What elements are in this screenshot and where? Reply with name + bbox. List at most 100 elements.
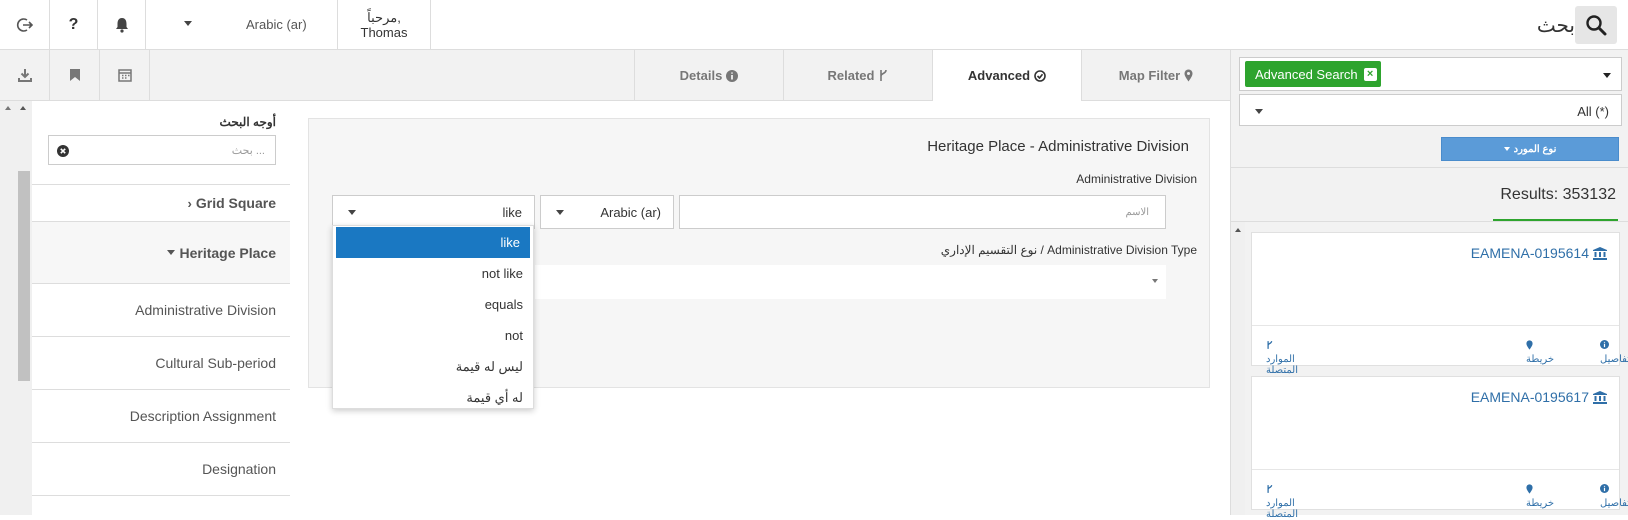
operator-option-equals[interactable]: equals	[333, 289, 533, 320]
chevron-down-icon	[184, 21, 192, 26]
operator-option-like[interactable]: like	[336, 227, 530, 258]
type-select[interactable]	[535, 265, 1166, 299]
name-placeholder: الاسم	[1125, 207, 1149, 218]
operator-select[interactable]: like	[332, 195, 535, 229]
facet-item-designation[interactable]: Designation	[32, 443, 290, 496]
scroll-up-arrow-icon[interactable]	[20, 106, 26, 110]
map-marker-icon	[1184, 69, 1193, 82]
resource-type-button[interactable]: نوع المورد	[1441, 137, 1619, 161]
chevron-down-icon	[556, 210, 564, 215]
filter-tags-input[interactable]: Advanced Search ×	[1239, 57, 1622, 91]
scroll-up-arrow-icon[interactable]	[1235, 228, 1241, 232]
facet-item-label: Administrative Division	[135, 302, 276, 318]
link-label: الموارد المتصلة	[1266, 498, 1298, 520]
question-icon: ?	[68, 16, 79, 33]
logout-icon	[16, 18, 33, 32]
facet-item-cultural-sub-period[interactable]: Cultural Sub-period	[32, 337, 290, 390]
operator-option-not-like[interactable]: not like	[333, 258, 533, 289]
results-count: Results: 353132	[1500, 186, 1616, 203]
operator-option-not[interactable]: not	[333, 320, 533, 351]
tab-label: Details	[679, 68, 723, 83]
facet-item-next[interactable]	[32, 496, 290, 515]
language-filter-select[interactable]: Arabic (ar)	[540, 195, 674, 229]
search-icon	[1586, 15, 1607, 36]
operator-dropdown-list: like not like equals not ليس له قيمة له …	[332, 225, 534, 409]
language-select[interactable]: Arabic (ar)	[146, 0, 338, 50]
facet-group-label: Heritage Place	[179, 244, 277, 261]
fork-icon	[880, 69, 888, 81]
resource-filter-select[interactable]: All (*)	[1239, 94, 1622, 126]
chevron-down-icon	[166, 250, 175, 255]
operator-value: like	[502, 205, 522, 220]
info-icon	[1600, 484, 1609, 493]
card-title: Heritage Place - Administrative Division	[927, 138, 1189, 155]
link-label: خريطة	[1526, 354, 1555, 365]
tab-details[interactable]: Details	[634, 50, 783, 101]
result-related-link[interactable]: الموارد المتصلة	[1266, 340, 1298, 376]
operator-option-any-value[interactable]: له أي قيمة	[333, 382, 533, 413]
close-icon[interactable]: ×	[1363, 67, 1377, 81]
chevron-down-icon[interactable]	[1603, 73, 1611, 78]
result-card[interactable]: EAMENA-0195617 تفاصيل خريطة الموارد المت…	[1251, 376, 1628, 520]
result-title-text: EAMENA-0195617	[1470, 389, 1589, 405]
bookmark-icon	[69, 69, 80, 81]
greeting-text: مرحباً,	[367, 10, 401, 25]
result-title-text: EAMENA-0195614	[1470, 245, 1589, 261]
map-marker-icon	[1526, 340, 1533, 350]
facet-header: أوجه البحث بحث ...	[32, 101, 290, 185]
calendar-icon	[117, 69, 132, 82]
result-card[interactable]: EAMENA-0195614 تفاصيل خريطة الموارد المت…	[1251, 232, 1628, 376]
operator-option-no-value[interactable]: ليس له قيمة	[333, 351, 533, 382]
divider	[1231, 221, 1628, 222]
facet-group-heritage-place[interactable]: Heritage Place	[32, 222, 290, 284]
result-related-link[interactable]: الموارد المتصلة	[1266, 484, 1298, 520]
result-map-link[interactable]: خريطة	[1526, 340, 1554, 365]
bookmark-button[interactable]	[50, 50, 100, 100]
tab-label: Map Filter	[1118, 68, 1181, 83]
facet-group-grid-square[interactable]: › Grid Square	[32, 185, 290, 222]
scroll-up-arrow-icon[interactable]	[5, 106, 11, 110]
clear-icon[interactable]	[57, 145, 69, 157]
result-details-link[interactable]: تفاصيل	[1600, 340, 1628, 365]
link-label: خريطة	[1526, 498, 1555, 509]
tab-label: Related	[827, 68, 875, 83]
facet-item-administrative-division[interactable]: Administrative Division	[32, 284, 290, 337]
user-menu[interactable]: مرحباً, Thomas	[338, 0, 431, 50]
result-title[interactable]: EAMENA-0195614	[1471, 245, 1607, 261]
facet-item-description-assignment[interactable]: Description Assignment	[32, 390, 290, 443]
filter-tag-label: Advanced Search	[1255, 66, 1358, 82]
resource-type-label: نوع المورد	[1513, 143, 1557, 155]
bell-icon	[115, 18, 128, 33]
download-button[interactable]	[0, 50, 50, 100]
facet-scrollbar-track[interactable]	[0, 101, 32, 515]
fork-icon	[1267, 341, 1273, 349]
facet-group-label: Grid Square	[195, 195, 276, 211]
search-button[interactable]	[1575, 6, 1617, 44]
chevron-down-icon	[1255, 109, 1263, 114]
logout-button[interactable]	[0, 0, 50, 50]
tab-map-filter[interactable]: Map Filter	[1081, 50, 1230, 101]
tab-related[interactable]: Related	[783, 50, 932, 101]
result-footer: تفاصيل خريطة الموارد المتصلة	[1252, 325, 1628, 376]
resource-filter-value: All (*)	[1577, 104, 1609, 119]
chevron-down-icon	[1503, 147, 1510, 151]
facet-scrollbar-thumb[interactable]	[18, 171, 30, 381]
name-input[interactable]: الاسم	[679, 195, 1166, 229]
notifications-button[interactable]	[98, 0, 146, 50]
facet-title: أوجه البحث	[219, 115, 276, 129]
chevron-down-icon	[1152, 279, 1158, 283]
result-title[interactable]: EAMENA-0195617	[1471, 389, 1607, 405]
calendar-button[interactable]	[100, 50, 150, 100]
map-marker-icon	[1526, 484, 1533, 494]
filter-tag-advanced-search: Advanced Search ×	[1245, 61, 1381, 87]
help-button[interactable]: ?	[50, 0, 98, 50]
results-scrollbar[interactable]	[1231, 222, 1245, 515]
facet-search-input[interactable]: بحث ...	[48, 135, 276, 165]
result-footer: تفاصيل خريطة الموارد المتصلة	[1252, 469, 1628, 520]
landmark-icon	[1593, 390, 1607, 404]
result-details-link[interactable]: تفاصيل	[1600, 484, 1628, 509]
user-name: Thomas	[360, 25, 408, 40]
results-panel: Advanced Search × All (*) نوع المورد Res…	[1230, 50, 1628, 520]
tab-advanced[interactable]: Advanced	[932, 50, 1081, 102]
result-map-link[interactable]: خريطة	[1526, 484, 1554, 509]
